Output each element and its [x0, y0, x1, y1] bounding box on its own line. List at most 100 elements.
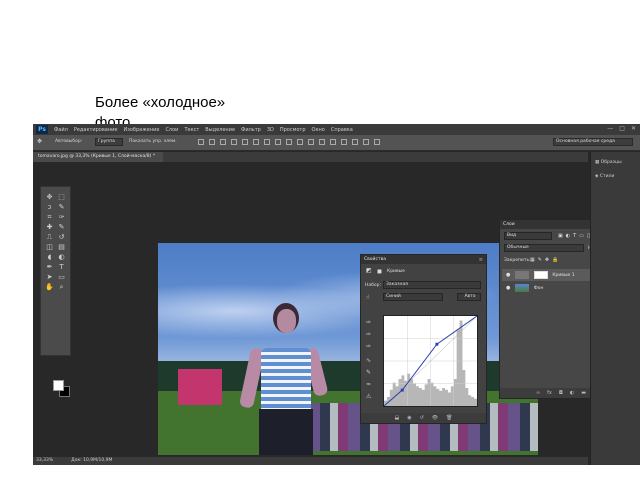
3d-roll-icon[interactable]	[352, 139, 358, 145]
layer-visibility-eye-icon[interactable]: ●	[506, 282, 514, 294]
zoom-level[interactable]: 33,33%	[36, 457, 53, 465]
new-group-icon[interactable]: ▬	[581, 390, 586, 396]
smooth-curve-icon[interactable]: ≈	[366, 381, 371, 388]
target-adjust-icon[interactable]: ☝	[366, 294, 370, 301]
curves-control-point[interactable]	[435, 342, 439, 346]
channel-dropdown[interactable]: Синий	[383, 293, 443, 301]
layer-name[interactable]: Фон	[534, 286, 544, 291]
menu-select[interactable]: Выделение	[205, 127, 235, 133]
zoom-tool-icon[interactable]: ⌕	[57, 283, 66, 291]
layer-visibility-eye-icon[interactable]: ●	[506, 269, 514, 281]
properties-panel-header[interactable]: Свойства ≡	[361, 255, 486, 264]
dodge-tool-icon[interactable]: ◐	[57, 253, 66, 261]
hand-tool-icon[interactable]: ✋	[45, 283, 54, 291]
menu-image[interactable]: Изображение	[123, 127, 159, 133]
close-button[interactable]: ✕	[631, 125, 636, 132]
3d-pan-icon[interactable]	[363, 139, 369, 145]
crop-tool-icon[interactable]: ⌗	[45, 213, 54, 221]
curves-graph[interactable]	[383, 315, 478, 407]
layer-mask-thumb[interactable]	[533, 270, 548, 279]
curve-point-tool-icon[interactable]: ∿	[366, 357, 371, 364]
eyedropper-tool-icon[interactable]: ✑	[57, 213, 66, 221]
3d-slide-icon[interactable]	[374, 139, 380, 145]
workspace-dropdown[interactable]: Основная рабочая среда	[553, 138, 633, 146]
distribute-hcenter-icon[interactable]	[308, 139, 314, 145]
canvas-area[interactable]: Свойства ≡ ◩ ◼ Кривые Набор: Заказная ☝ …	[73, 162, 640, 457]
menu-help[interactable]: Справка	[331, 127, 353, 133]
move-tool-icon[interactable]: ✥	[45, 193, 54, 201]
layer-mask-icon[interactable]: ◼	[377, 268, 382, 275]
type-tool-icon[interactable]: T	[57, 263, 66, 271]
pencil-curve-icon[interactable]: ✎	[366, 369, 371, 376]
menu-filter[interactable]: Фильтр	[241, 127, 261, 133]
distribute-left-icon[interactable]	[297, 139, 303, 145]
pen-tool-icon[interactable]: ✒	[45, 263, 54, 271]
align-right-icon[interactable]	[253, 139, 259, 145]
link-layers-icon[interactable]: ∞	[536, 390, 540, 396]
shape-tool-icon[interactable]: ▭	[57, 273, 66, 281]
healing-tool-icon[interactable]: ✚	[45, 223, 54, 231]
delete-icon[interactable]: 🗑	[446, 415, 452, 421]
marquee-tool-icon[interactable]: ⬚	[57, 193, 66, 201]
menu-window[interactable]: Окно	[312, 127, 325, 133]
document-tab[interactable]: tomavaro.jpg @ 33,3% (Кривые 1, Слой-мас…	[33, 152, 163, 162]
distribute-vcenter-icon[interactable]	[275, 139, 281, 145]
align-hcenter-icon[interactable]	[242, 139, 248, 145]
white-point-eyedropper-icon[interactable]: ✑	[366, 343, 371, 350]
layer-name[interactable]: Кривые 1	[552, 273, 574, 278]
brush-tool-icon[interactable]: ✎	[57, 223, 66, 231]
clipping-warning-icon[interactable]: ⚠	[366, 393, 371, 400]
eraser-tool-icon[interactable]: ◫	[45, 243, 54, 251]
history-brush-tool-icon[interactable]: ↺	[57, 233, 66, 241]
3d-mode-icon[interactable]	[330, 139, 336, 145]
menu-type[interactable]: Текст	[184, 127, 199, 133]
dock-styles[interactable]: ◈ Стили	[595, 174, 614, 179]
layer-filter-dropdown[interactable]: Вид	[504, 232, 552, 240]
curves-control-point[interactable]	[400, 388, 404, 392]
lasso-tool-icon[interactable]: ↄ	[45, 203, 54, 211]
reset-icon[interactable]: ↺	[420, 415, 424, 421]
menu-view[interactable]: Просмотр	[280, 127, 306, 133]
align-top-icon[interactable]	[198, 139, 204, 145]
blur-tool-icon[interactable]: ◖	[45, 253, 54, 261]
path-select-tool-icon[interactable]: ➤	[45, 273, 54, 281]
align-bottom-icon[interactable]	[220, 139, 226, 145]
menu-edit[interactable]: Редактирование	[74, 127, 118, 133]
menu-file[interactable]: Файл	[54, 127, 68, 133]
show-controls-checkbox[interactable]: Показать упр. элем.	[129, 139, 177, 144]
dock-swatches-label: Образцы	[600, 160, 622, 165]
clip-to-layer-icon[interactable]: ⬓	[394, 415, 399, 421]
autoselect-checkbox-label[interactable]: Автовыбор:	[55, 139, 82, 144]
gradient-tool-icon[interactable]: ▤	[57, 243, 66, 251]
autoselect-dropdown[interactable]: Группа	[95, 138, 123, 146]
distribute-top-icon[interactable]	[264, 139, 270, 145]
dock-swatches[interactable]: ▦ Образцы	[595, 160, 622, 165]
align-left-icon[interactable]	[231, 139, 237, 145]
menu-layers[interactable]: Слои	[165, 127, 178, 133]
align-vcenter-icon[interactable]	[209, 139, 215, 145]
gray-point-eyedropper-icon[interactable]: ✑	[366, 331, 371, 338]
visibility-icon[interactable]: 👁	[432, 415, 438, 421]
minimize-button[interactable]: —	[607, 125, 613, 132]
preset-dropdown[interactable]: Заказная	[383, 281, 481, 289]
foreground-color-swatch[interactable]	[53, 380, 64, 391]
stamp-tool-icon[interactable]: ⎍	[45, 233, 54, 241]
quick-select-tool-icon[interactable]: ✎	[57, 203, 66, 211]
3d-rotate-icon[interactable]	[341, 139, 347, 145]
lock-icons[interactable]: ▦✎✥🔒	[530, 257, 561, 263]
layer-style-icon[interactable]: fx	[547, 390, 552, 396]
distribute-right-icon[interactable]	[319, 139, 325, 145]
add-mask-icon[interactable]: ◘	[559, 390, 563, 396]
panel-menu-icon[interactable]: ≡	[479, 257, 483, 263]
blend-mode-dropdown[interactable]: Обычные	[504, 244, 584, 252]
auto-button[interactable]: Авто	[457, 293, 481, 301]
preset-label: Набор:	[365, 283, 382, 288]
move-tool-icon[interactable]: ✥	[37, 138, 42, 145]
black-point-eyedropper-icon[interactable]: ✑	[366, 319, 371, 326]
new-adjustment-icon[interactable]: ◐	[570, 390, 574, 396]
view-previous-icon[interactable]: ◉	[407, 415, 411, 421]
distribute-bottom-icon[interactable]	[286, 139, 292, 145]
menu-3d[interactable]: 3D	[267, 127, 274, 133]
maximize-button[interactable]: □	[619, 125, 625, 132]
window-controls: — □ ✕	[607, 125, 636, 132]
